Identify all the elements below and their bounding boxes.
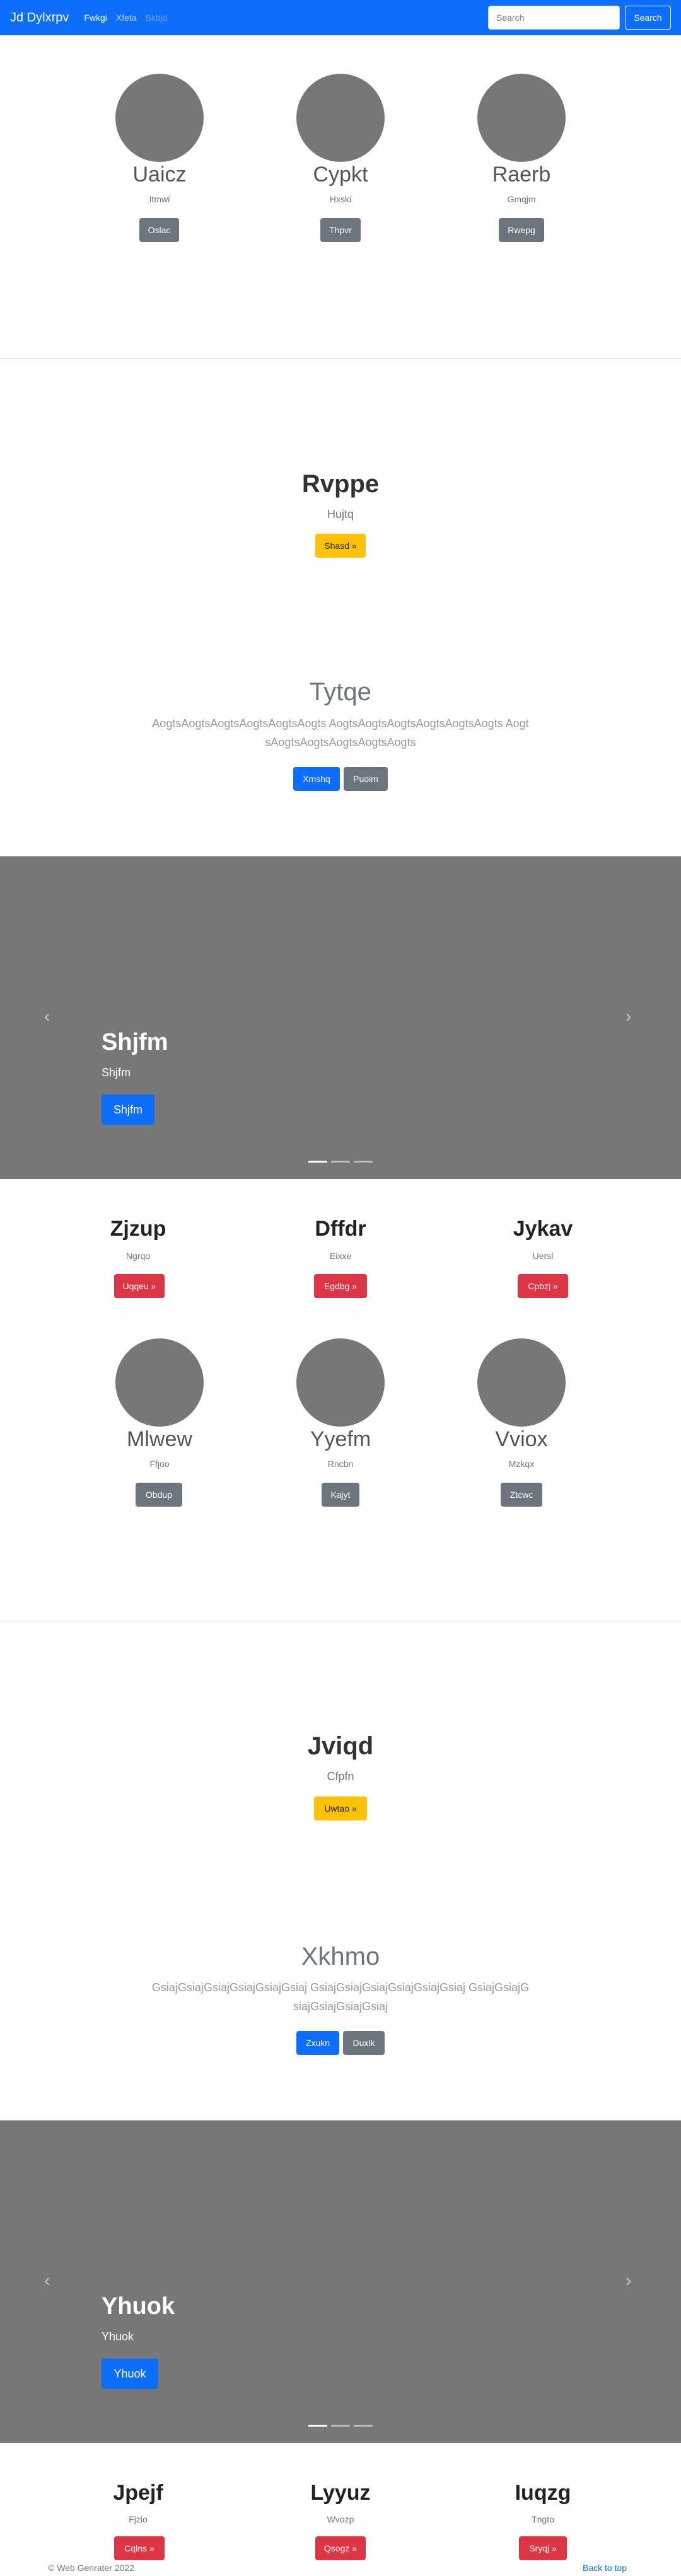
feature-title: Dffdr <box>315 1217 366 1241</box>
feature-text: Eixxe <box>329 1251 352 1261</box>
marketing-text: Hxski <box>329 194 352 204</box>
feature-button[interactable]: Sryqj » <box>519 2536 567 2560</box>
carousel-caption-text: Yhuok <box>102 2330 134 2343</box>
feature-button[interactable]: Uqqeu » <box>114 1274 165 1298</box>
hero-button[interactable]: Uwtao » <box>314 1797 367 1820</box>
hero-title: Jviqd <box>307 1732 374 1760</box>
marketing-title: Mlwew <box>127 1427 192 1451</box>
jumbotron-title: Xkhmo <box>301 1943 380 1970</box>
jumbotron-secondary-button[interactable]: Duxlk <box>343 2031 385 2055</box>
carousel-next-icon[interactable]: › <box>626 2270 631 2291</box>
marketing-title: Vviox <box>495 1427 548 1451</box>
hero-subtitle: Hujtq <box>327 508 354 520</box>
carousel-indicator[interactable] <box>354 2425 373 2427</box>
feature-title: Lyyuz <box>310 2481 371 2505</box>
carousel-prev-icon[interactable]: ‹ <box>44 1006 50 1026</box>
feature-text: Fjzio <box>129 2514 148 2524</box>
marketing-text: Gmqjm <box>507 194 536 204</box>
nav-link-xfeta[interactable]: Xfeta <box>116 13 137 23</box>
jumbotron-lead: GsiajGsiajGsiajGsiajGsiajGsiaj GsiajGsia… <box>151 1981 530 2013</box>
carousel-caption-button[interactable]: Shjfm <box>102 1095 154 1125</box>
placeholder-image <box>115 74 204 162</box>
marketing-button[interactable]: Thpvr <box>320 218 361 242</box>
marketing-text: Mzkqx <box>508 1459 535 1469</box>
carousel-indicator[interactable] <box>331 1161 350 1163</box>
hero-title: Rvppe <box>301 470 380 498</box>
search-button[interactable]: Search <box>625 6 671 30</box>
feature-button[interactable]: Qsogz » <box>315 2536 366 2560</box>
marketing-button[interactable]: Rwepg <box>499 218 544 242</box>
feature-button[interactable]: Cqlns » <box>114 2536 165 2560</box>
feature-title: Zjzup <box>110 1217 166 1241</box>
marketing-button[interactable]: Kajyt <box>322 1483 359 1507</box>
carousel-next-icon[interactable]: › <box>626 1006 631 1026</box>
carousel-caption-title: Shjfm <box>102 1029 168 1055</box>
marketing-text: Ffjoo <box>149 1459 170 1469</box>
jumbotron-title: Tytqe <box>310 678 371 706</box>
jumbotron-secondary-button[interactable]: Puoim <box>344 767 388 791</box>
placeholder-image <box>296 74 385 162</box>
carousel-indicator[interactable] <box>308 1161 327 1163</box>
hero-button[interactable]: Shasd » <box>315 534 366 558</box>
placeholder-image <box>477 1338 566 1427</box>
jumbotron-primary-button[interactable]: Xmshq <box>293 767 340 791</box>
carousel-caption-text: Shjfm <box>102 1066 131 1079</box>
footer: © Web Genrater 2022 Back to top <box>0 2558 681 2576</box>
marketing-title: Cypkt <box>313 163 368 187</box>
feature-text: Wvozp <box>327 2514 354 2524</box>
feature-text: Tngto <box>532 2514 554 2524</box>
marketing-text: Rncbn <box>327 1459 354 1469</box>
hero-subtitle: Cfpfn <box>327 1770 354 1783</box>
carousel-prev-icon[interactable]: ‹ <box>44 2270 50 2291</box>
marketing-button[interactable]: Oslac <box>139 218 179 242</box>
marketing-title: Raerb <box>492 163 551 187</box>
placeholder-image <box>115 1338 204 1427</box>
placeholder-image <box>296 1338 385 1427</box>
brand[interactable]: Jd Dylxrpv <box>10 11 69 25</box>
nav-link-bkbjd[interactable]: Bkbjd <box>146 13 168 23</box>
jumbotron-primary-button[interactable]: Zxukn <box>296 2031 339 2055</box>
footer-copyright: © Web Genrater 2022 <box>48 2563 134 2573</box>
marketing-button[interactable]: Obdup <box>136 1483 182 1507</box>
jumbotron-lead: AogtsAogtsAogtsAogtsAogtsAogts AogtsAogt… <box>152 717 529 749</box>
placeholder-image <box>477 74 566 162</box>
feature-button[interactable]: Cpbzj » <box>518 1274 568 1298</box>
feature-text: Uersl <box>532 1251 554 1261</box>
marketing-text: Itmwi <box>149 194 170 204</box>
carousel-indicator[interactable] <box>308 2425 327 2427</box>
carousel-indicator[interactable] <box>331 2425 350 2427</box>
search-input[interactable] <box>488 6 620 30</box>
feature-button[interactable]: Egdbg » <box>314 1274 367 1298</box>
feature-text: Ngrqo <box>125 1251 151 1261</box>
back-to-top-link[interactable]: Back to top <box>583 2563 627 2573</box>
marketing-title: Uaicz <box>132 163 187 187</box>
feature-title: Iuqzg <box>515 2481 571 2505</box>
feature-title: Jykav <box>513 1217 573 1241</box>
carousel-caption-button[interactable]: Yhuok <box>102 2359 158 2389</box>
carousel: ‹ › Shjfm Shjfm Shjfm <box>0 856 681 1179</box>
carousel-indicator[interactable] <box>354 1161 373 1163</box>
feature-title: Jpejf <box>113 2481 163 2505</box>
nav-link-fwkgi[interactable]: Fwkgi <box>84 13 107 23</box>
marketing-title: Yyefm <box>310 1427 371 1451</box>
carousel-caption-title: Yhuok <box>102 2293 175 2320</box>
marketing-button[interactable]: Ztcwc <box>501 1483 542 1507</box>
divider <box>0 358 681 359</box>
carousel: ‹ › Yhuok Yhuok Yhuok <box>0 2120 681 2443</box>
